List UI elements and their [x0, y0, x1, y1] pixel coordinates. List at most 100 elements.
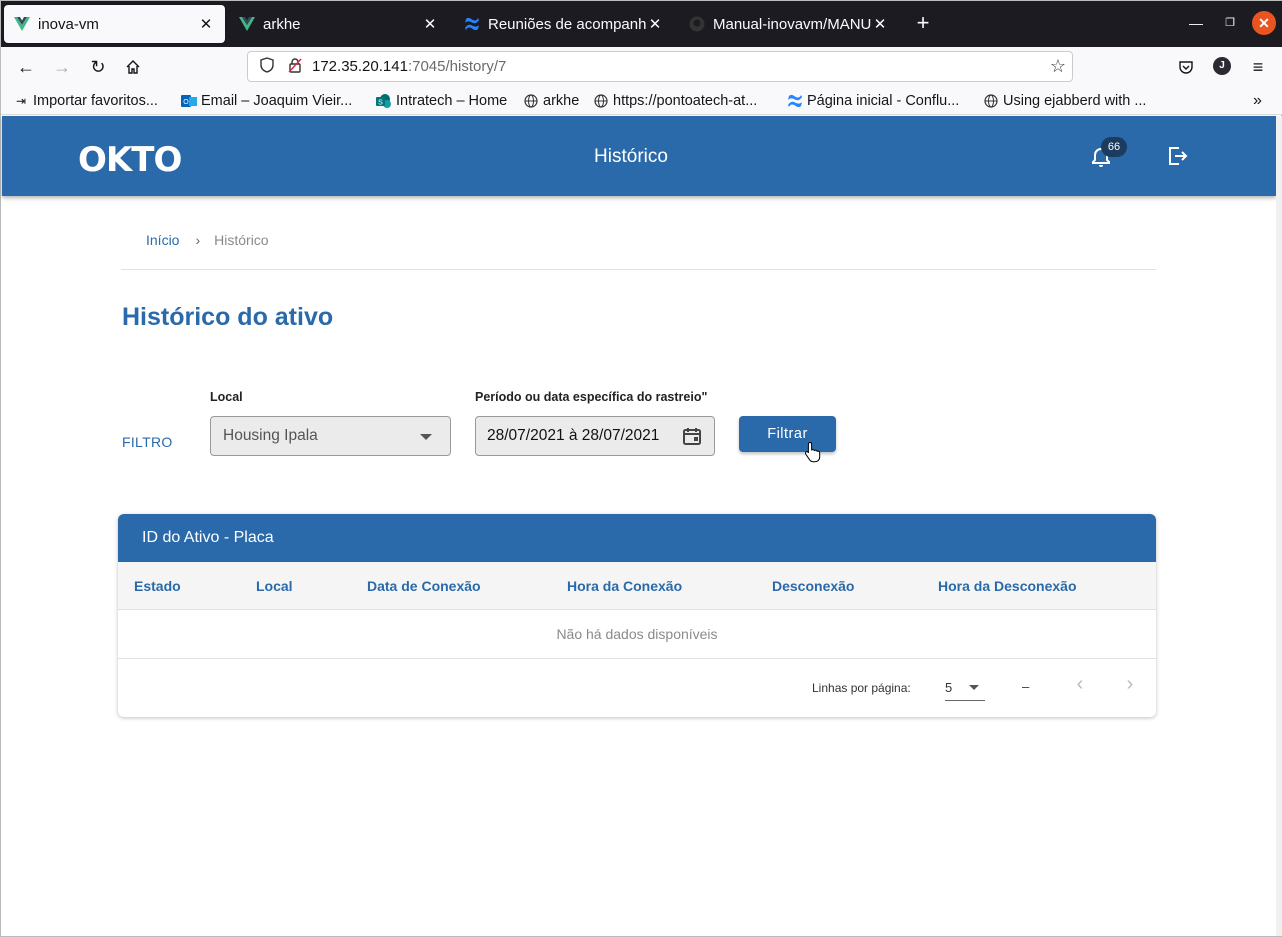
- back-arrow-icon[interactable]: ←: [13, 55, 39, 79]
- import-icon: ⇥: [15, 94, 27, 108]
- bookmark-import[interactable]: ⇥ Importar favoritos...: [13, 91, 158, 111]
- profile-avatar[interactable]: J: [1213, 57, 1231, 75]
- tab-title: Reuniões de acompanhar: [488, 15, 646, 33]
- column-header-hora-conexao[interactable]: Hora da Conexão: [567, 578, 682, 594]
- hamburger-menu-icon[interactable]: ≡: [1245, 55, 1271, 79]
- bookmark-label: Intratech – Home: [396, 93, 508, 109]
- app-header: OKTO Histórico 66: [2, 116, 1276, 196]
- bookmark-email[interactable]: O Email – Joaquim Vieir...: [181, 91, 352, 111]
- table-title: ID do Ativo - Placa: [118, 514, 1156, 562]
- address-bar[interactable]: 172.35.20.141:7045/history/7 ☆: [247, 51, 1073, 82]
- bookmark-ejabberd[interactable]: Using ejabberd with ...: [983, 91, 1146, 111]
- pagination-range: –: [1022, 679, 1030, 694]
- tab-inova-vm[interactable]: inova-vm ✕: [4, 5, 225, 43]
- bookmark-star-icon[interactable]: ☆: [1050, 56, 1066, 77]
- bookmark-label: https://pontoatech-at...: [613, 93, 758, 109]
- column-header-local[interactable]: Local: [256, 578, 293, 594]
- insecure-lock-icon[interactable]: [284, 57, 306, 76]
- rows-per-page-select[interactable]: 5: [945, 673, 985, 701]
- bookmark-label: Importar favoritos...: [33, 93, 158, 109]
- close-tab-icon[interactable]: ✕: [871, 15, 889, 33]
- table-header-row: Estado Local Data de Conexão Hora da Con…: [118, 562, 1156, 610]
- tab-reunioes[interactable]: Reuniões de acompanhar ✕: [454, 5, 674, 43]
- bookmark-label: Email – Joaquim Vieir...: [201, 93, 353, 109]
- column-header-estado[interactable]: Estado: [134, 578, 181, 594]
- url-path: :7045/history/7: [407, 58, 507, 75]
- divider: [121, 269, 1156, 270]
- close-tab-icon[interactable]: ✕: [197, 15, 215, 33]
- vue-logo-icon: [14, 16, 30, 32]
- rows-per-page-label: Linhas por página:: [812, 681, 911, 695]
- next-page-chevron-icon[interactable]: ›: [1120, 674, 1140, 695]
- empty-table-message: Não há dados disponíveis: [118, 610, 1156, 659]
- breadcrumb-home-link[interactable]: Início: [146, 232, 179, 248]
- shield-icon[interactable]: [256, 57, 278, 76]
- browser-window: inova-vm ✕ arkhe ✕ Reuniões de acompanha…: [0, 0, 1282, 937]
- previous-page-chevron-icon[interactable]: ‹: [1070, 674, 1090, 695]
- bookmarks-bar: ⇥ Importar favoritos... O Email – Joaqui…: [1, 87, 1282, 115]
- svg-text:S: S: [378, 100, 383, 107]
- pocket-icon[interactable]: [1173, 55, 1199, 79]
- minimize-icon[interactable]: —: [1184, 11, 1208, 35]
- column-header-desconexao[interactable]: Desconexão: [772, 578, 854, 594]
- more-bookmarks-icon[interactable]: »: [1253, 91, 1262, 111]
- close-tab-icon[interactable]: ✕: [646, 15, 664, 33]
- reload-icon[interactable]: ↻: [85, 55, 111, 79]
- rows-per-page-value: 5: [945, 680, 953, 695]
- svg-text:O: O: [183, 99, 189, 106]
- filter-label: FILTRO: [122, 434, 173, 450]
- local-select[interactable]: Housing Ipala: [210, 416, 451, 456]
- tab-strip: inova-vm ✕ arkhe ✕ Reuniões de acompanha…: [1, 1, 1282, 47]
- close-tab-icon[interactable]: ✕: [421, 15, 439, 33]
- dropdown-caret-icon: [969, 685, 979, 690]
- period-field-label: Período ou data específica do rastreio": [475, 390, 708, 404]
- history-table-card: ID do Ativo - Placa Estado Local Data de…: [118, 514, 1156, 717]
- bookmark-arkhe[interactable]: arkhe: [523, 91, 579, 111]
- period-date-input[interactable]: 28/07/2021 à 28/07/2021: [475, 416, 715, 456]
- new-tab-button[interactable]: +: [911, 9, 935, 37]
- vue-logo-icon: [239, 16, 255, 32]
- breadcrumb-current: Histórico: [214, 232, 269, 248]
- local-select-value: Housing Ipala: [223, 427, 318, 444]
- breadcrumb: Início › Histórico: [146, 232, 269, 248]
- hand-pointer-cursor-icon: [804, 441, 822, 463]
- forward-arrow-icon[interactable]: →: [49, 55, 75, 79]
- bookmark-intratech[interactable]: S Intratech – Home: [376, 91, 507, 111]
- close-window-icon[interactable]: ✕: [1252, 11, 1276, 35]
- table-pagination: Linhas por página: 5 – ‹ ›: [118, 659, 1156, 717]
- confluence-icon: [464, 16, 480, 32]
- outlook-icon: O: [181, 93, 197, 109]
- local-field-label: Local: [210, 390, 243, 404]
- header-title: Histórico: [594, 146, 668, 167]
- logout-icon[interactable]: [1166, 145, 1188, 167]
- tab-title: Manual-inovavm/MANUA: [713, 15, 871, 33]
- bookmark-confluence[interactable]: Página inicial - Conflu...: [787, 91, 959, 111]
- bookmark-label: Using ejabberd with ...: [1003, 93, 1147, 109]
- page-scrollbar[interactable]: [1276, 116, 1282, 936]
- home-icon[interactable]: [120, 55, 146, 79]
- bookmark-label: Página inicial - Conflu...: [807, 93, 960, 109]
- restore-icon[interactable]: ❐: [1218, 11, 1242, 35]
- globe-icon: [593, 93, 609, 109]
- breadcrumb-separator: ›: [195, 232, 201, 248]
- tab-title: arkhe: [263, 15, 301, 33]
- navigation-bar: ← → ↻ 172.35.20.141:7045/history/7 ☆ J ≡: [1, 47, 1282, 87]
- globe-icon: [523, 93, 539, 109]
- globe-icon: [983, 93, 999, 109]
- calendar-icon[interactable]: [682, 426, 702, 446]
- sharepoint-icon: S: [376, 93, 392, 109]
- period-date-value: 28/07/2021 à 28/07/2021: [487, 427, 660, 444]
- url-host: 172.35.20.141: [312, 58, 408, 75]
- tab-manual[interactable]: Manual-inovavm/MANUA ✕: [679, 5, 899, 43]
- github-icon: [689, 16, 705, 32]
- page-title: Histórico do ativo: [122, 303, 334, 331]
- tab-title: inova-vm: [38, 15, 99, 33]
- confluence-icon: [787, 93, 803, 109]
- column-header-hora-desconexao[interactable]: Hora da Desconexão: [938, 578, 1077, 594]
- notification-badge: 66: [1101, 137, 1127, 157]
- tab-arkhe[interactable]: arkhe ✕: [229, 5, 449, 43]
- dropdown-caret-icon: [420, 434, 432, 440]
- bookmark-label: arkhe: [543, 93, 580, 109]
- column-header-data-conexao[interactable]: Data de Conexão: [367, 578, 481, 594]
- bookmark-pontoatech[interactable]: https://pontoatech-at...: [593, 91, 757, 111]
